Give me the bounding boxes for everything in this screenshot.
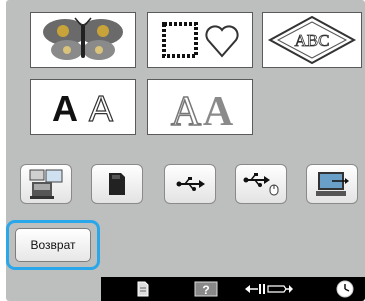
- butterfly-icon: [43, 17, 123, 60]
- butterfly-pattern-tile[interactable]: [30, 12, 136, 68]
- memory-card-icon: [109, 173, 125, 195]
- sewing-machine-memory-icon: [29, 169, 63, 199]
- svg-text:A: A: [52, 88, 78, 129]
- pattern-selection-screen: ABC A A A A Возврат ?: [6, 0, 365, 301]
- back-button[interactable]: Возврат: [15, 228, 91, 262]
- memory-card-button[interactable]: [91, 164, 143, 204]
- usb-button[interactable]: [164, 164, 216, 204]
- svg-text:A: A: [171, 89, 202, 131]
- decorative-aa-icon: A A: [170, 88, 234, 131]
- aa-alphabet-icon: A A: [52, 87, 114, 129]
- monogram-pattern-tile[interactable]: ABC: [262, 12, 362, 68]
- decorative-alphabet-pattern-tile[interactable]: A A: [147, 79, 253, 135]
- thread-width-icon[interactable]: [241, 277, 297, 301]
- svg-text:A: A: [89, 88, 113, 129]
- svg-text:?: ?: [202, 283, 209, 297]
- help-icon[interactable]: ?: [191, 277, 221, 301]
- computer-usb-icon: [316, 172, 349, 196]
- machine-memory-button[interactable]: [20, 164, 72, 204]
- usb-icon: [176, 177, 205, 191]
- svg-text:A: A: [203, 89, 234, 131]
- svg-text:ABC: ABC: [295, 31, 330, 50]
- computer-button[interactable]: [306, 164, 358, 204]
- back-button-highlight: Возврат: [6, 220, 100, 270]
- usb-mouse-button[interactable]: [235, 164, 287, 204]
- timer-icon[interactable]: [333, 277, 357, 301]
- alphabet-pattern-tile[interactable]: A A: [30, 79, 136, 135]
- status-bar: ?: [101, 277, 365, 301]
- square-heart-frames-icon: [162, 22, 239, 58]
- abc-monogram-icon: ABC: [267, 15, 357, 65]
- back-button-label: Возврат: [30, 238, 76, 252]
- usb-mouse-icon: [243, 173, 279, 196]
- page-icon[interactable]: [131, 277, 155, 301]
- frame-pattern-tile[interactable]: [147, 12, 253, 68]
